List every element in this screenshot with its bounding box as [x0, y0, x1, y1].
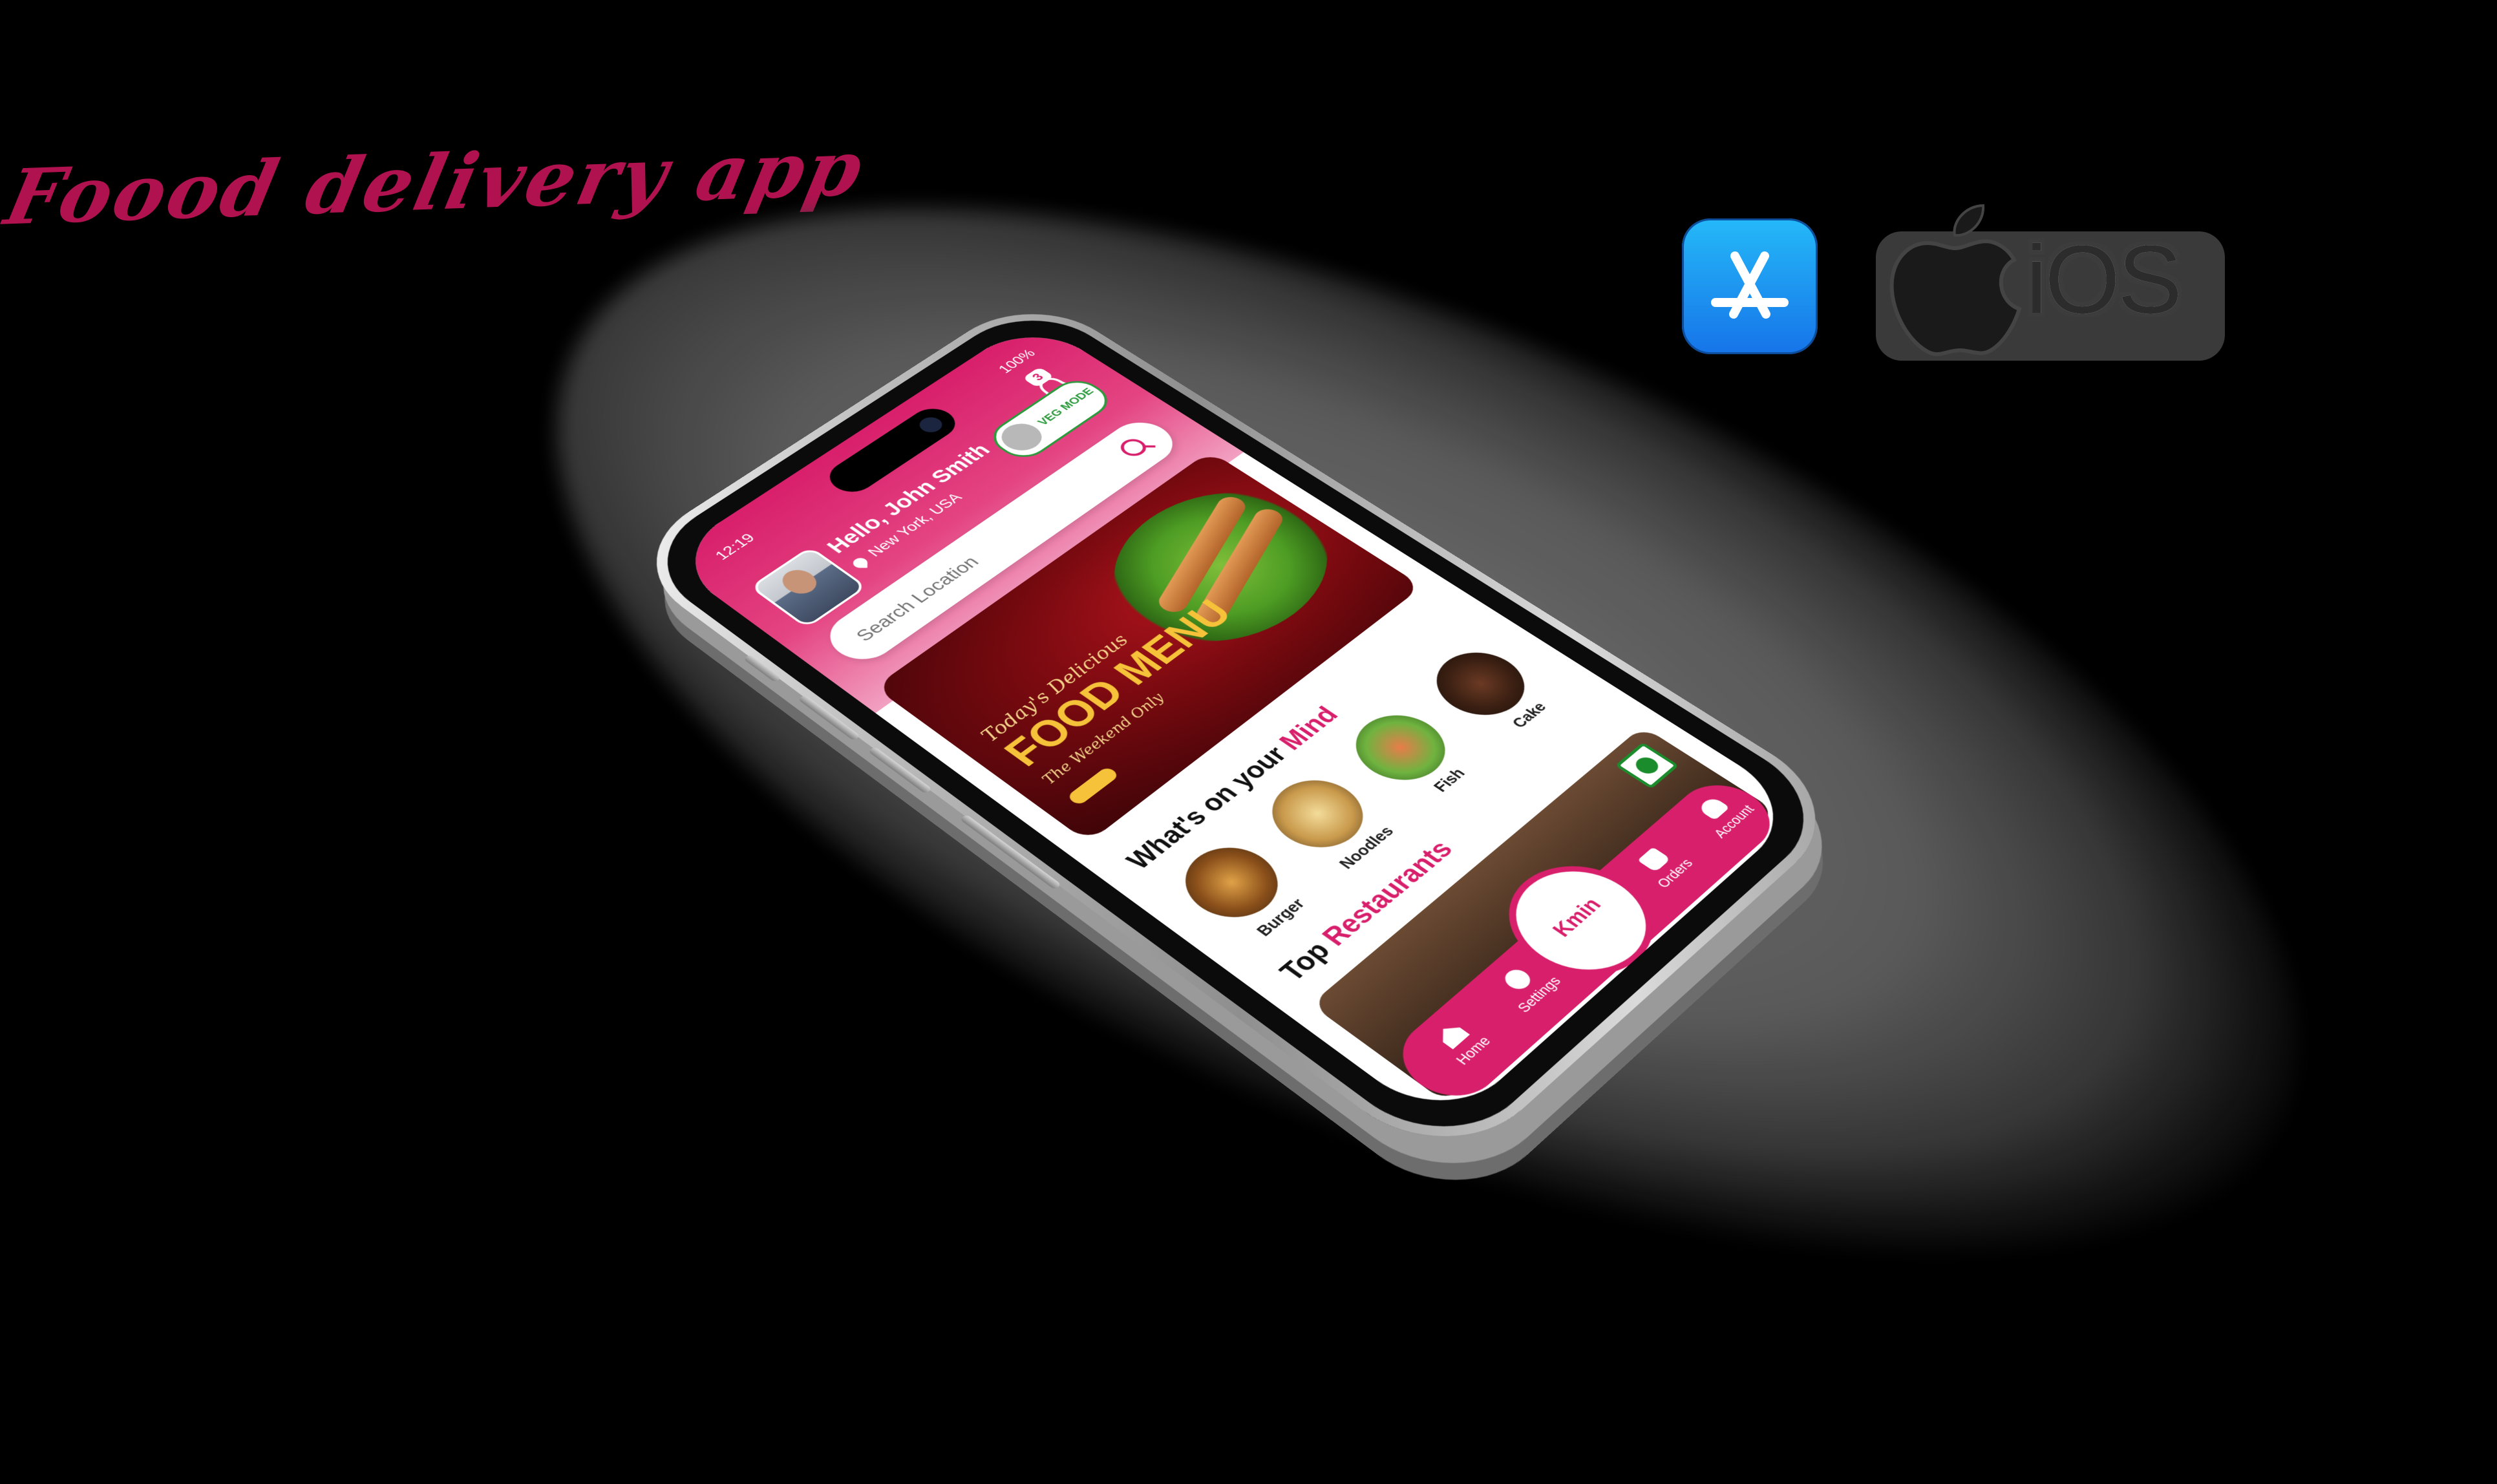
gear-icon — [1500, 966, 1535, 993]
home-icon — [1435, 1022, 1470, 1050]
search-icon[interactable] — [1115, 436, 1151, 460]
recents-icon[interactable] — [1524, 1056, 1559, 1085]
back-icon[interactable] — [1743, 871, 1763, 885]
ios-label: iOS — [2026, 225, 2182, 334]
nav-label: Home — [1452, 1033, 1494, 1068]
location-pin-icon — [853, 558, 867, 568]
banner-cta-button[interactable] — [1066, 766, 1120, 807]
apple-logo-icon — [1889, 204, 2022, 356]
avatar-face — [775, 565, 823, 599]
fab-logo-text: Kmin — [1547, 893, 1607, 941]
bag-icon — [1637, 847, 1671, 873]
user-icon — [1697, 796, 1730, 821]
camera-icon — [915, 414, 947, 436]
status-time: 12:19 — [711, 531, 758, 563]
veg-indicator-icon — [1615, 742, 1679, 789]
ios-badge[interactable]: iOS — [1876, 193, 2225, 374]
app-store-icon[interactable] — [1682, 218, 1818, 354]
banner-title: FOOD MENU — [993, 592, 1242, 774]
